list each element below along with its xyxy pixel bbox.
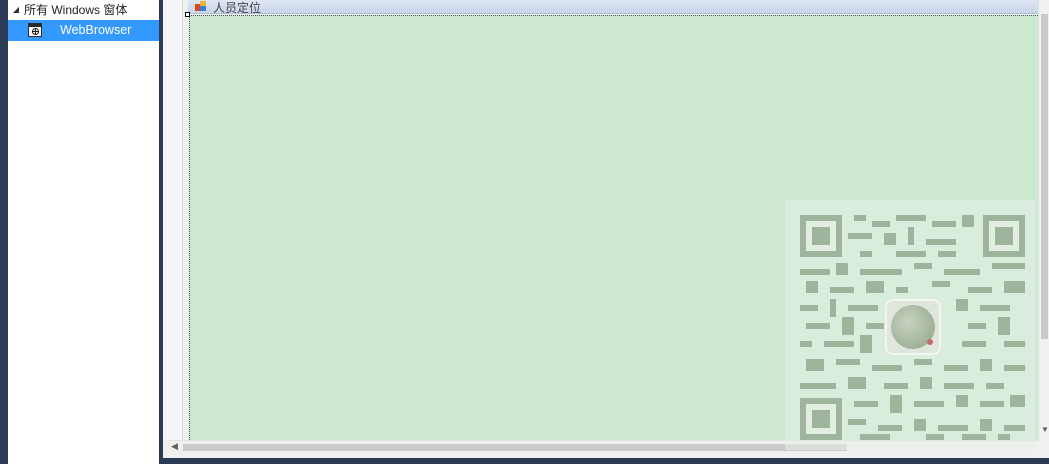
qr-logo (885, 299, 941, 355)
vertical-scrollbar[interactable]: ▼ (1038, 0, 1049, 440)
qr-code-watermark (785, 200, 1035, 450)
horizontal-scroll-thumb[interactable] (183, 444, 847, 451)
vertical-scroll-thumb[interactable] (1041, 14, 1048, 339)
toolbox-panel: ◢ 所有 Windows 窗体 WebBrowser (8, 0, 159, 464)
form-icon (195, 1, 207, 12)
form-title-bar[interactable]: 人员定位 (188, 0, 1038, 15)
scroll-down-arrow-icon[interactable]: ▼ (1041, 425, 1049, 434)
tree-group-all-windows-forms[interactable]: ◢ 所有 Windows 窗体 (8, 0, 159, 18)
tree-group-label: 所有 Windows 窗体 (24, 2, 128, 17)
scroll-left-arrow-icon[interactable]: ◀ (171, 441, 178, 452)
designer-margin (163, 0, 183, 440)
collapse-arrow-icon[interactable]: ◢ (8, 0, 24, 18)
form-title: 人员定位 (213, 1, 262, 15)
selection-handle[interactable] (185, 12, 190, 17)
webbrowser-icon (28, 23, 42, 37)
toolbox-item-webbrowser[interactable]: WebBrowser (8, 20, 159, 41)
toolbox-item-label: WebBrowser (60, 23, 132, 37)
